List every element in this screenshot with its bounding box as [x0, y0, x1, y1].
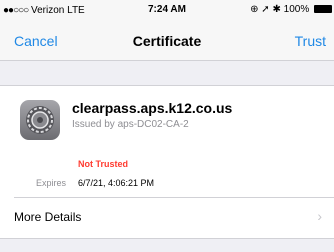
certificate-name: clearpass.aps.k12.co.us: [72, 100, 233, 116]
chevron-right-icon: ›: [317, 208, 322, 224]
status-right: ⊕ ➚ ✱ 100%: [250, 4, 332, 15]
trust-button[interactable]: Trust: [295, 33, 326, 49]
location-arrow-icon: ➚: [261, 4, 270, 15]
bluetooth-icon: ✱: [272, 4, 281, 15]
more-details-label: More Details: [14, 210, 82, 224]
battery-icon: [314, 5, 332, 13]
battery-percent: 100%: [283, 4, 310, 15]
settings-gear-icon: [20, 100, 60, 140]
page-title: Certificate: [132, 33, 202, 49]
expires-label: Expires: [36, 178, 67, 188]
navigation-bar: Cancel Certificate Trust: [0, 20, 334, 61]
certificate-issuer: Issued by aps-DC02-CA-2: [72, 119, 189, 130]
more-details-row[interactable]: More Details ›: [0, 198, 334, 238]
status-bar: ●●○○○ Verizon LTE 7:24 AM ⊕ ➚ ✱ 100%: [0, 0, 334, 20]
expires-value: 6/7/21, 4:06:21 PM: [78, 178, 155, 188]
certificate-card: clearpass.aps.k12.co.us Issued by aps-DC…: [0, 85, 334, 239]
location-icon: ⊕: [250, 4, 259, 15]
trust-status: Not Trusted: [78, 159, 129, 169]
